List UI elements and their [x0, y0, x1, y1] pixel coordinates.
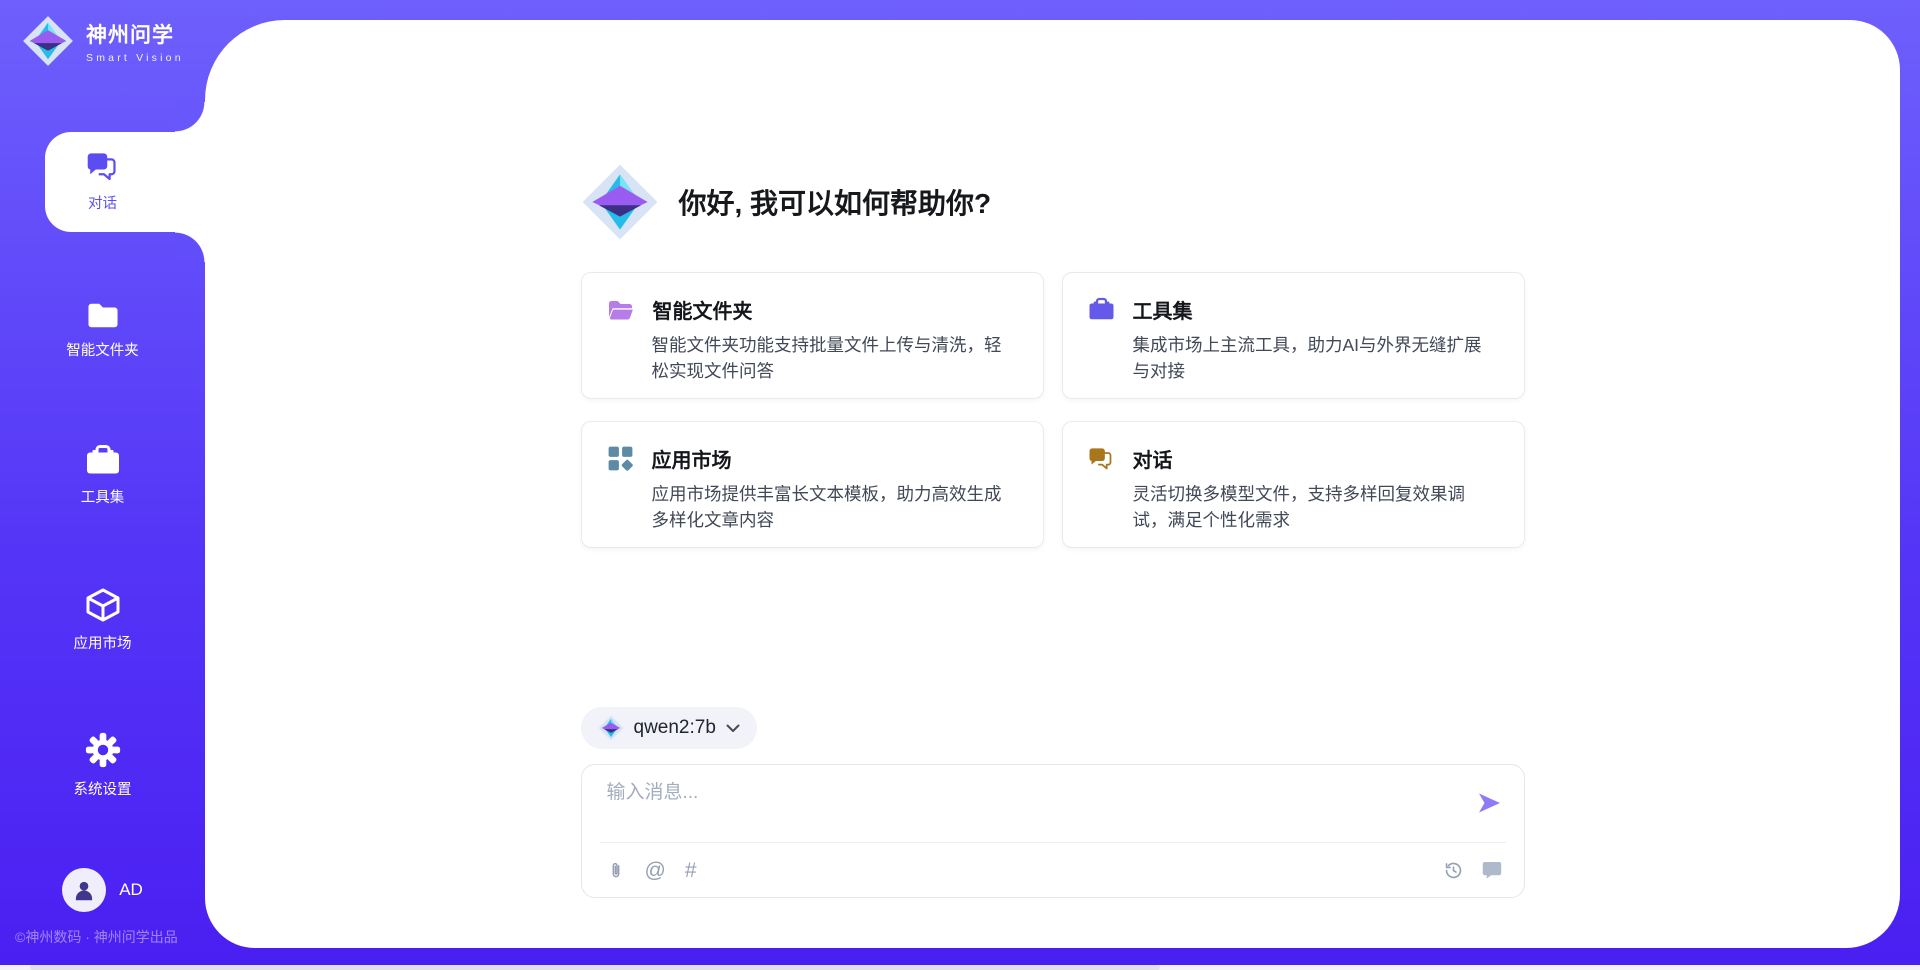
sidebar-item-smart-folder[interactable]: 智能文件夹	[0, 280, 205, 380]
brand-name: 神州问学	[86, 19, 184, 49]
card-description: 应用市场提供丰富长文本模板，助力高效生成多样化文章内容	[652, 481, 1017, 533]
sidebar-item-label: 系统设置	[74, 778, 132, 799]
greeting-text: 你好, 我可以如何帮助你?	[679, 182, 992, 222]
sidebar-item-settings[interactable]: 系统设置	[0, 715, 205, 815]
card-app-market[interactable]: 应用市场 应用市场提供丰富长文本模板，助力高效生成多样化文章内容	[581, 421, 1044, 548]
card-title: 智能文件夹	[653, 295, 753, 324]
sidebar: 神州问学 Smart Vision 对话 智能文件夹	[0, 0, 205, 970]
sidebar-item-toolset[interactable]: 工具集	[0, 425, 205, 525]
brand-subtitle: Smart Vision	[86, 52, 184, 64]
card-description: 集成市场上主流工具，助力AI与外界无缝扩展与对接	[1133, 332, 1498, 384]
quick-chat-button[interactable]	[1481, 861, 1502, 880]
card-description: 灵活切换多模型文件，支持多样回复效果调试，满足个性化需求	[1133, 481, 1498, 533]
person-icon	[71, 877, 97, 903]
message-input[interactable]	[607, 777, 1457, 835]
card-smart-folder[interactable]: 智能文件夹 智能文件夹功能支持批量文件上传与清洗，轻松实现文件问答	[581, 272, 1044, 399]
send-button[interactable]	[1476, 790, 1502, 816]
history-button[interactable]	[1443, 860, 1464, 881]
card-description: 智能文件夹功能支持批量文件上传与清洗，轻松实现文件问答	[652, 332, 1017, 384]
toolbox-icon	[85, 444, 121, 477]
folder-open-icon	[607, 298, 635, 322]
assistant-logo-icon	[581, 163, 659, 241]
chat-bubbles-icon	[86, 151, 120, 183]
sidebar-item-label: 工具集	[81, 486, 125, 507]
history-icon	[1443, 860, 1464, 881]
card-title: 应用市场	[652, 444, 732, 473]
brand-logo-icon	[22, 15, 74, 67]
sidebar-item-label: 应用市场	[74, 632, 132, 653]
gear-icon	[84, 731, 122, 769]
sidebar-item-chat[interactable]: 对话	[0, 132, 205, 232]
cube-icon	[85, 587, 121, 623]
chat-bubbles-icon	[1088, 447, 1115, 471]
at-mention-button[interactable]: @	[645, 860, 666, 881]
main-panel: 你好, 我可以如何帮助你? 智能文件夹 智能文件夹功能支持批量文件上传与清洗，轻…	[205, 20, 1900, 948]
sidebar-item-label: 对话	[88, 192, 117, 213]
brand: 神州问学 Smart Vision	[22, 15, 184, 67]
greeting: 你好, 我可以如何帮助你?	[581, 163, 1525, 241]
attach-file-button[interactable]	[606, 859, 626, 881]
toolbox-icon	[1088, 297, 1115, 322]
model-label: qwen2:7b	[634, 717, 716, 739]
card-chat[interactable]: 对话 灵活切换多模型文件，支持多样回复效果调试，满足个性化需求	[1062, 421, 1525, 548]
model-selector[interactable]: qwen2:7b	[581, 707, 757, 749]
sidebar-item-app-market[interactable]: 应用市场	[0, 570, 205, 670]
avatar	[62, 868, 106, 912]
user-initials: AD	[119, 880, 143, 900]
copyright: ©神州数码 · 神州问学出品	[15, 927, 178, 947]
user-menu[interactable]: AD	[0, 868, 205, 912]
chat-icon	[1481, 861, 1502, 880]
horizontal-scrollbar[interactable]	[0, 965, 1920, 970]
app-root: 神州问学 Smart Vision 对话 智能文件夹	[0, 0, 1920, 970]
folder-icon	[85, 300, 121, 330]
sidebar-item-label: 智能文件夹	[66, 339, 139, 360]
paperclip-icon	[606, 859, 626, 881]
card-toolset[interactable]: 工具集 集成市场上主流工具，助力AI与外界无缝扩展与对接	[1062, 272, 1525, 399]
hash-topic-button[interactable]: #	[685, 860, 697, 881]
model-logo-icon	[598, 715, 624, 741]
card-title: 对话	[1133, 444, 1173, 473]
message-composer: @ #	[581, 764, 1525, 898]
card-title: 工具集	[1133, 295, 1193, 324]
scrollbar-thumb[interactable]	[30, 965, 1160, 970]
chevron-down-icon	[726, 724, 740, 733]
feature-cards: 智能文件夹 智能文件夹功能支持批量文件上传与清洗，轻松实现文件问答	[581, 272, 1525, 548]
apps-grid-icon	[607, 445, 634, 472]
send-icon	[1476, 790, 1502, 816]
